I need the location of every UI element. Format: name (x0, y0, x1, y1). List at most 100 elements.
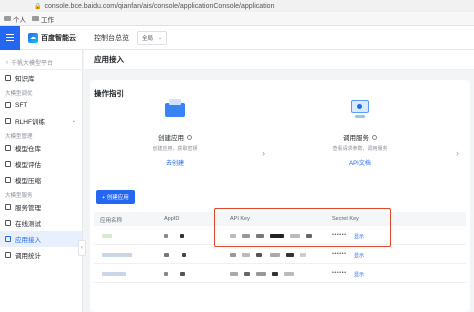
info-icon[interactable] (372, 134, 377, 140)
page-title: 应用接入 (84, 50, 474, 70)
sidebar-item-label: 模型仓库 (15, 146, 41, 153)
chevron-down-icon: ⌄ (158, 34, 163, 41)
step-desc: 创建应用，获取密钥 (152, 146, 198, 152)
secret-key-mask: •••••• (332, 270, 347, 276)
folder-icon (32, 16, 39, 21)
info-icon[interactable] (187, 134, 192, 140)
sidebar-item[interactable]: 模型压缩 (0, 172, 82, 188)
menu-item-icon (5, 252, 11, 258)
sidebar-item[interactable]: 知识库 (0, 70, 82, 86)
sidebar-item[interactable]: 模型评估 (0, 156, 82, 172)
browser-url-bar[interactable]: 🔒 console.bce.baidu.com/qianfan/ais/cons… (0, 0, 474, 12)
chevron-right-icon: › (456, 148, 459, 158)
brand-logo[interactable]: ☁ 百度智能云 (28, 32, 76, 43)
step-desc: 查看请求参数，调用服务 (332, 146, 388, 152)
redacted-api-key (242, 253, 250, 257)
applications-card: + 创建应用 应用名称 AppID API Key Secret Key •••… (90, 182, 470, 312)
sidebar-item-label: 在线测试 (15, 221, 41, 228)
sidebar-item[interactable]: 应用接入 (0, 231, 82, 247)
console-overview-link[interactable]: 控制台总览 (94, 33, 129, 43)
redacted-api-key (230, 272, 238, 276)
redacted-app-name (102, 234, 112, 238)
redacted-appid (164, 272, 168, 276)
bookmark-personal[interactable]: 个人 (4, 14, 26, 24)
create-app-button[interactable]: + 创建应用 (96, 190, 135, 204)
redacted-appid (164, 253, 169, 257)
secret-key-mask: •••••• (332, 251, 347, 257)
redacted-api-key (256, 272, 266, 276)
create-app-illustration-icon (164, 98, 186, 120)
sidebar-item[interactable]: 在线测试 (0, 215, 82, 231)
column-header: AppID (164, 216, 180, 222)
back-arrow-icon: ‹ (6, 59, 8, 66)
sidebar-item[interactable]: 模型仓库 (0, 140, 82, 156)
redacted-api-key (284, 272, 294, 276)
top-header: ☁ 百度智能云 控制台总览 全局 ⌄ (0, 25, 474, 50)
menu-icon[interactable] (0, 25, 20, 50)
bookmarks-bar: 个人 工作 (0, 12, 474, 26)
redacted-appid (180, 272, 185, 276)
sidebar-group-label: 大模型管理 (5, 134, 33, 140)
product-switcher[interactable]: ‹ 千帆大模型平台 (0, 50, 82, 70)
sidebar-menu: 知识库大模型调优 SFT RLHF训练 ⌄ 大模型管理模型仓库模型评估模型压缩大模型服务… (0, 70, 82, 263)
menu-item-icon (5, 102, 11, 108)
sidebar-item[interactable]: SFT (0, 97, 82, 113)
redacted-api-key (230, 253, 236, 257)
region-select[interactable]: 全局 ⌄ (137, 30, 168, 45)
chevron-right-icon: › (262, 148, 265, 158)
sidebar-item[interactable]: 服务管理 (0, 199, 82, 215)
redacted-appid (180, 234, 184, 238)
sidebar-item-label: RLHF训练 (15, 119, 45, 126)
sidebar-item-label: 模型评估 (15, 162, 41, 169)
step-name: 调用服务 (343, 135, 369, 142)
menu-item-icon (5, 161, 11, 167)
column-header: 应用名称 (100, 218, 123, 224)
sidebar: ‹ 千帆大模型平台 知识库大模型调优 SFT RLHF训练 ⌄ 大模型管理模型仓库模型评… (0, 50, 83, 312)
menu-item-icon (5, 177, 11, 183)
sidebar-item-label: 调用统计 (15, 253, 41, 260)
table-row: •••••• 显示 (94, 265, 466, 283)
chevron-down-icon: ⌄ (71, 118, 76, 124)
sidebar-item[interactable]: 调用统计 (0, 247, 82, 263)
menu-item-icon (5, 145, 11, 151)
sidebar-item-label: 应用接入 (15, 237, 41, 244)
go-create-link[interactable]: 去创建 (120, 158, 230, 167)
menu-item-icon (5, 220, 11, 226)
menu-item-icon (5, 75, 11, 81)
lock-icon: 🔒 (34, 3, 42, 10)
redacted-api-key (244, 272, 250, 276)
sidebar-item[interactable]: RLHF训练 ⌄ (0, 113, 82, 129)
table-row: •••••• 显示 (94, 246, 466, 264)
sidebar-item-label: 服务管理 (15, 205, 41, 212)
step-name: 创建应用 (158, 135, 184, 142)
redacted-app-name (102, 272, 126, 276)
menu-item-icon (5, 118, 11, 124)
url-text: console.bce.baidu.com/qianfan/ais/consol… (44, 2, 275, 10)
redacted-appid (164, 234, 168, 238)
sidebar-item-label: 知识库 (15, 76, 35, 83)
sidebar-item-label: SFT (15, 101, 28, 109)
bookmark-work[interactable]: 工作 (32, 14, 54, 24)
folder-icon (4, 16, 11, 21)
menu-item-icon (5, 236, 11, 242)
redacted-app-name (102, 253, 132, 257)
menu-item-icon (5, 204, 11, 210)
redacted-api-key (300, 253, 306, 257)
sidebar-item-label: 模型压缩 (15, 178, 41, 185)
main-content: 应用接入 操作指引 创建应用 创建应用，获取密钥 去创建 › 调用服务 查看请求… (84, 50, 474, 312)
redacted-api-key (270, 253, 280, 257)
call-service-illustration-icon (349, 98, 371, 120)
redacted-api-key (286, 253, 294, 257)
show-secret-link[interactable]: 显示 (354, 271, 364, 278)
step-call-service: 调用服务 查看请求参数，调用服务 API文档 (305, 98, 415, 167)
redacted-api-key (272, 272, 278, 276)
cloud-logo-icon: ☁ (28, 32, 38, 43)
redacted-api-key (256, 253, 262, 257)
sidebar-group-label: 大模型服务 (5, 193, 33, 199)
sidebar-group-label: 大模型调优 (5, 91, 33, 97)
step-create-app: 创建应用 创建应用，获取密钥 去创建 (120, 98, 230, 167)
redacted-appid (182, 253, 186, 257)
highlight-annotation-box (214, 208, 391, 247)
api-docs-link[interactable]: API文档 (305, 158, 415, 167)
show-secret-link[interactable]: 显示 (354, 252, 364, 259)
